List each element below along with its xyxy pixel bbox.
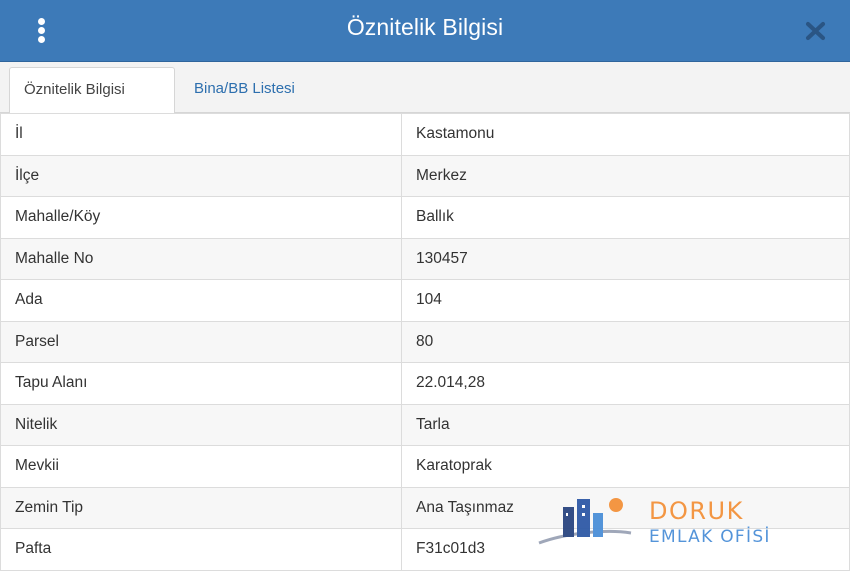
- table-row: Mahalle No 130457: [0, 237, 850, 280]
- table-row: Mevkii Karatoprak: [0, 445, 850, 488]
- table-row: Mahalle/Köy Ballık: [0, 196, 850, 239]
- close-icon[interactable]: [805, 21, 826, 41]
- attribute-value: 130457: [401, 237, 850, 280]
- table-row: İlçe Merkez: [0, 154, 850, 197]
- table-row: Nitelik Tarla: [0, 403, 850, 446]
- attribute-value: Merkez: [401, 154, 850, 197]
- attribute-value: 80: [401, 320, 850, 363]
- doruk-emlak-watermark: DORUK EMLAK OFİSİ: [536, 493, 806, 553]
- table-row: Ada 104: [0, 279, 850, 322]
- dialog-title: Öznitelik Bilgisi: [346, 14, 504, 40]
- watermark-subtitle: EMLAK OFİSİ: [649, 527, 771, 547]
- tab-oznitelik-bilgisi[interactable]: Öznitelik Bilgisi: [9, 67, 175, 114]
- attribute-key: Zemin Tip: [0, 486, 402, 529]
- attribute-key: Mahalle No: [0, 237, 402, 280]
- table-row: Tapu Alanı 22.014,28: [0, 362, 850, 405]
- attribute-value: Karatoprak: [401, 445, 850, 488]
- building-logo-icon: [538, 498, 632, 545]
- watermark-brand: DORUK: [649, 497, 744, 525]
- attribute-key: Pafta: [0, 528, 402, 571]
- attribute-value: 22.014,28: [401, 362, 850, 405]
- table-row: İl Kastamonu: [0, 113, 850, 156]
- tab-bina-bb-listesi[interactable]: Bina/BB Listesi: [180, 67, 309, 114]
- attribute-value: Ballık: [401, 196, 850, 239]
- attribute-key: İl: [0, 113, 402, 156]
- attribute-key: Mevkii: [0, 445, 402, 488]
- attribute-value: 104: [401, 279, 850, 322]
- attribute-value: Tarla: [401, 403, 850, 446]
- dialog-header: Öznitelik Bilgisi: [0, 0, 850, 62]
- attribute-key: Mahalle/Köy: [0, 196, 402, 239]
- attribute-key: Nitelik: [0, 403, 402, 446]
- table-row: Parsel 80: [0, 320, 850, 363]
- attribute-key: Parsel: [0, 320, 402, 363]
- tab-bar: Öznitelik Bilgisi Bina/BB Listesi: [0, 62, 850, 114]
- attribute-key: Ada: [0, 279, 402, 322]
- attribute-key: Tapu Alanı: [0, 362, 402, 405]
- attribute-key: İlçe: [0, 154, 402, 197]
- attribute-value: Kastamonu: [401, 113, 850, 156]
